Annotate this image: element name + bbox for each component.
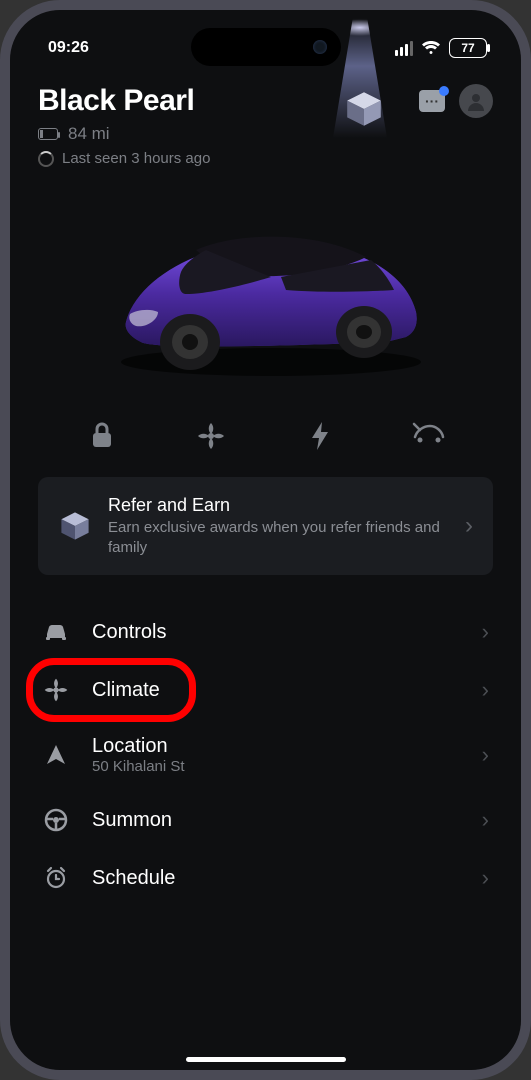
messages-icon[interactable]: [419, 90, 445, 112]
vehicle-name: Black Pearl: [38, 84, 210, 118]
refer-card[interactable]: Refer and Earn Earn exclusive awards whe…: [38, 477, 493, 575]
menu-item-location[interactable]: Location 50 Kihalani St ›: [38, 719, 493, 791]
status-time: 09:26: [48, 39, 89, 57]
quick-climate-button[interactable]: [181, 421, 241, 451]
refresh-spinner-icon: [38, 151, 54, 167]
location-label: Location: [92, 735, 460, 758]
chevron-right-icon: ›: [465, 512, 473, 540]
summon-label: Summon: [92, 809, 460, 832]
profile-avatar[interactable]: [459, 84, 493, 118]
quick-frunk-button[interactable]: [399, 421, 459, 451]
steering-wheel-icon: [42, 808, 70, 832]
car-icon: [42, 622, 70, 642]
battery-small-icon: [38, 128, 58, 140]
refer-subtitle: Earn exclusive awards when you refer fri…: [108, 518, 449, 557]
location-arrow-icon: [42, 744, 70, 766]
chevron-right-icon: ›: [482, 619, 489, 645]
menu-item-climate[interactable]: Climate ›: [38, 661, 493, 719]
menu-item-schedule[interactable]: Schedule ›: [38, 849, 493, 907]
battery-indicator: 77: [449, 38, 487, 58]
quick-lock-button[interactable]: [72, 421, 132, 451]
schedule-label: Schedule: [92, 867, 460, 890]
last-seen-text: Last seen 3 hours ago: [62, 150, 210, 167]
controls-label: Controls: [92, 621, 460, 644]
alarm-clock-icon: [42, 866, 70, 890]
refer-title: Refer and Earn: [108, 495, 449, 516]
menu-item-controls[interactable]: Controls ›: [38, 603, 493, 661]
vehicle-render: [38, 177, 493, 407]
cellular-icon: [395, 41, 413, 56]
home-indicator[interactable]: [186, 1057, 346, 1062]
chevron-right-icon: ›: [482, 677, 489, 703]
menu-item-summon[interactable]: Summon ›: [38, 791, 493, 849]
wifi-icon: [421, 40, 441, 56]
climate-label: Climate: [92, 679, 460, 702]
cube-icon: [58, 509, 92, 543]
chevron-right-icon: ›: [482, 865, 489, 891]
location-sub: 50 Kihalani St: [92, 758, 460, 775]
chevron-right-icon: ›: [482, 742, 489, 768]
quick-charge-button[interactable]: [290, 421, 350, 451]
range-text: 84 mi: [68, 124, 110, 144]
chevron-right-icon: ›: [482, 807, 489, 833]
dynamic-island: [191, 28, 341, 66]
fan-icon: [42, 677, 70, 703]
